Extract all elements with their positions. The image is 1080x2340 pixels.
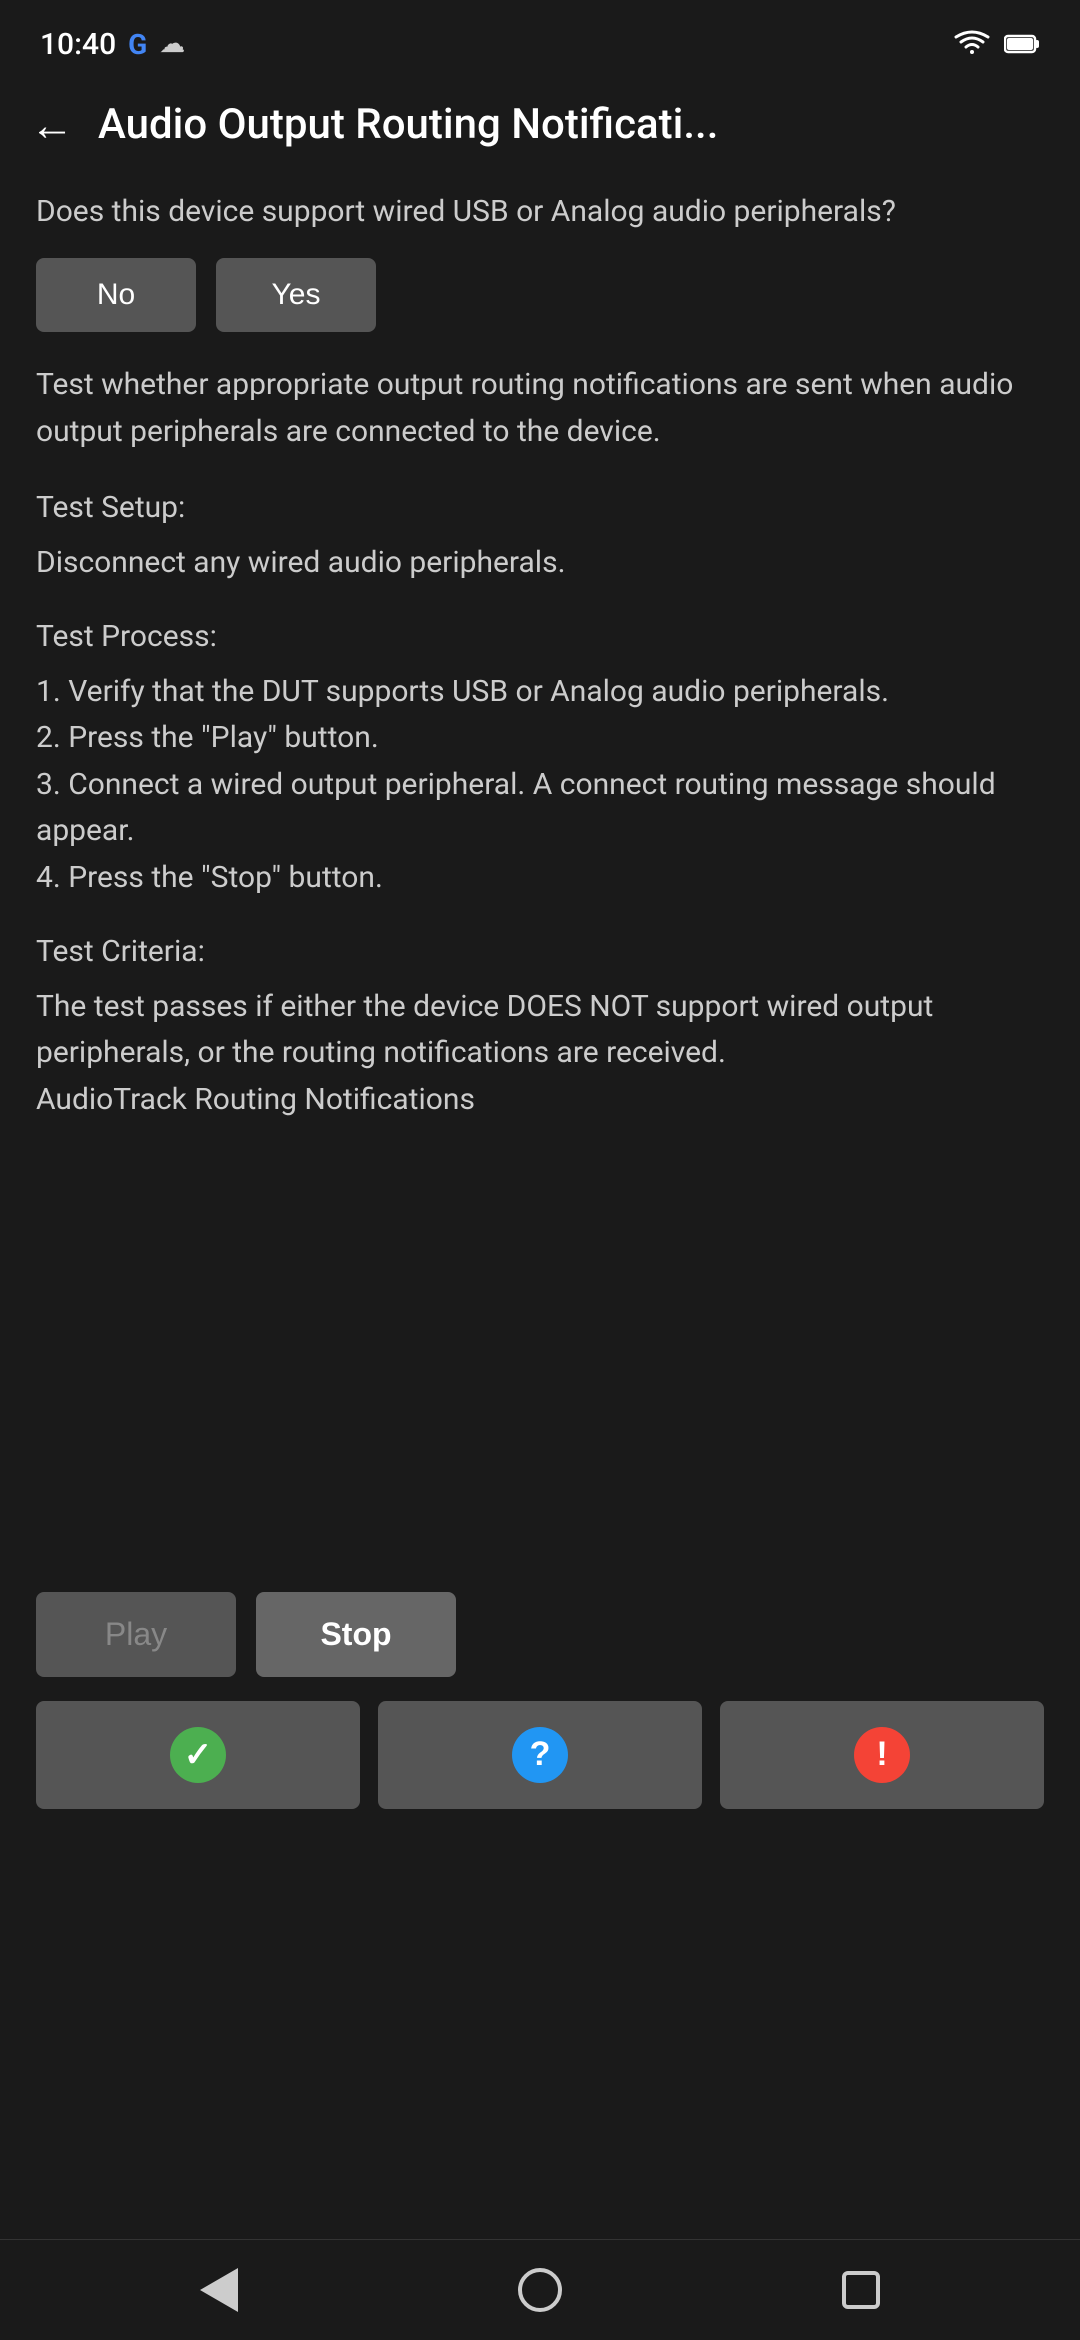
exclamation-icon: ! (876, 1735, 887, 1774)
question-text: Does this device support wired USB or An… (36, 189, 1044, 234)
google-icon: G (128, 28, 147, 61)
test-process-section: Test Process: 1. Verify that the DUT sup… (36, 614, 1044, 901)
main-content: Does this device support wired USB or An… (0, 169, 1080, 1572)
spacer (0, 1839, 1080, 2240)
play-button[interactable]: Play (36, 1592, 236, 1677)
test-criteria-section: Test Criteria: The test passes if either… (36, 929, 1044, 1123)
info-button[interactable]: ? (378, 1701, 702, 1809)
question-icon: ? (530, 1735, 551, 1774)
nav-home-icon (518, 2268, 562, 2312)
test-setup-body: Disconnect any wired audio peripherals. (36, 540, 1044, 587)
wifi-icon (954, 30, 990, 58)
time-display: 10:40 (40, 27, 116, 62)
yes-no-row: No Yes (36, 258, 1044, 332)
cloud-icon: ☁ (159, 29, 185, 59)
status-left: 10:40 G ☁ (40, 27, 185, 62)
back-button[interactable]: ← (30, 103, 74, 147)
controls-area: Play Stop ✓ ? ! (0, 1572, 1080, 1839)
stop-button[interactable]: Stop (256, 1592, 456, 1677)
checkmark-icon: ✓ (184, 1735, 213, 1775)
status-right (954, 30, 1040, 58)
nav-bar (0, 2239, 1080, 2340)
test-process-title: Test Process: (36, 614, 1044, 661)
test-criteria-title: Test Criteria: (36, 929, 1044, 976)
nav-square-icon (842, 2271, 880, 2309)
battery-icon (1004, 30, 1040, 58)
pass-button[interactable]: ✓ (36, 1701, 360, 1809)
yes-button[interactable]: Yes (216, 258, 376, 332)
no-button[interactable]: No (36, 258, 196, 332)
page-header: ← Audio Output Routing Notificati... (0, 80, 1080, 169)
nav-recent-button[interactable] (842, 2271, 880, 2309)
pass-icon: ✓ (170, 1727, 226, 1783)
nav-home-button[interactable] (518, 2268, 562, 2312)
play-stop-row: Play Stop (36, 1592, 1044, 1677)
test-process-body: 1. Verify that the DUT supports USB or A… (36, 669, 1044, 902)
info-icon: ? (512, 1727, 568, 1783)
test-criteria-body: The test passes if either the device DOE… (36, 984, 1044, 1124)
result-buttons-row: ✓ ? ! (36, 1701, 1044, 1809)
nav-back-icon (200, 2268, 238, 2312)
status-bar: 10:40 G ☁ (0, 0, 1080, 80)
fail-button[interactable]: ! (720, 1701, 1044, 1809)
nav-back-button[interactable] (200, 2268, 238, 2312)
fail-icon: ! (854, 1727, 910, 1783)
test-setup-section: Test Setup: Disconnect any wired audio p… (36, 485, 1044, 586)
page-title: Audio Output Routing Notificati... (98, 100, 1050, 149)
description-text: Test whether appropriate output routing … (36, 362, 1044, 455)
test-setup-title: Test Setup: (36, 485, 1044, 532)
